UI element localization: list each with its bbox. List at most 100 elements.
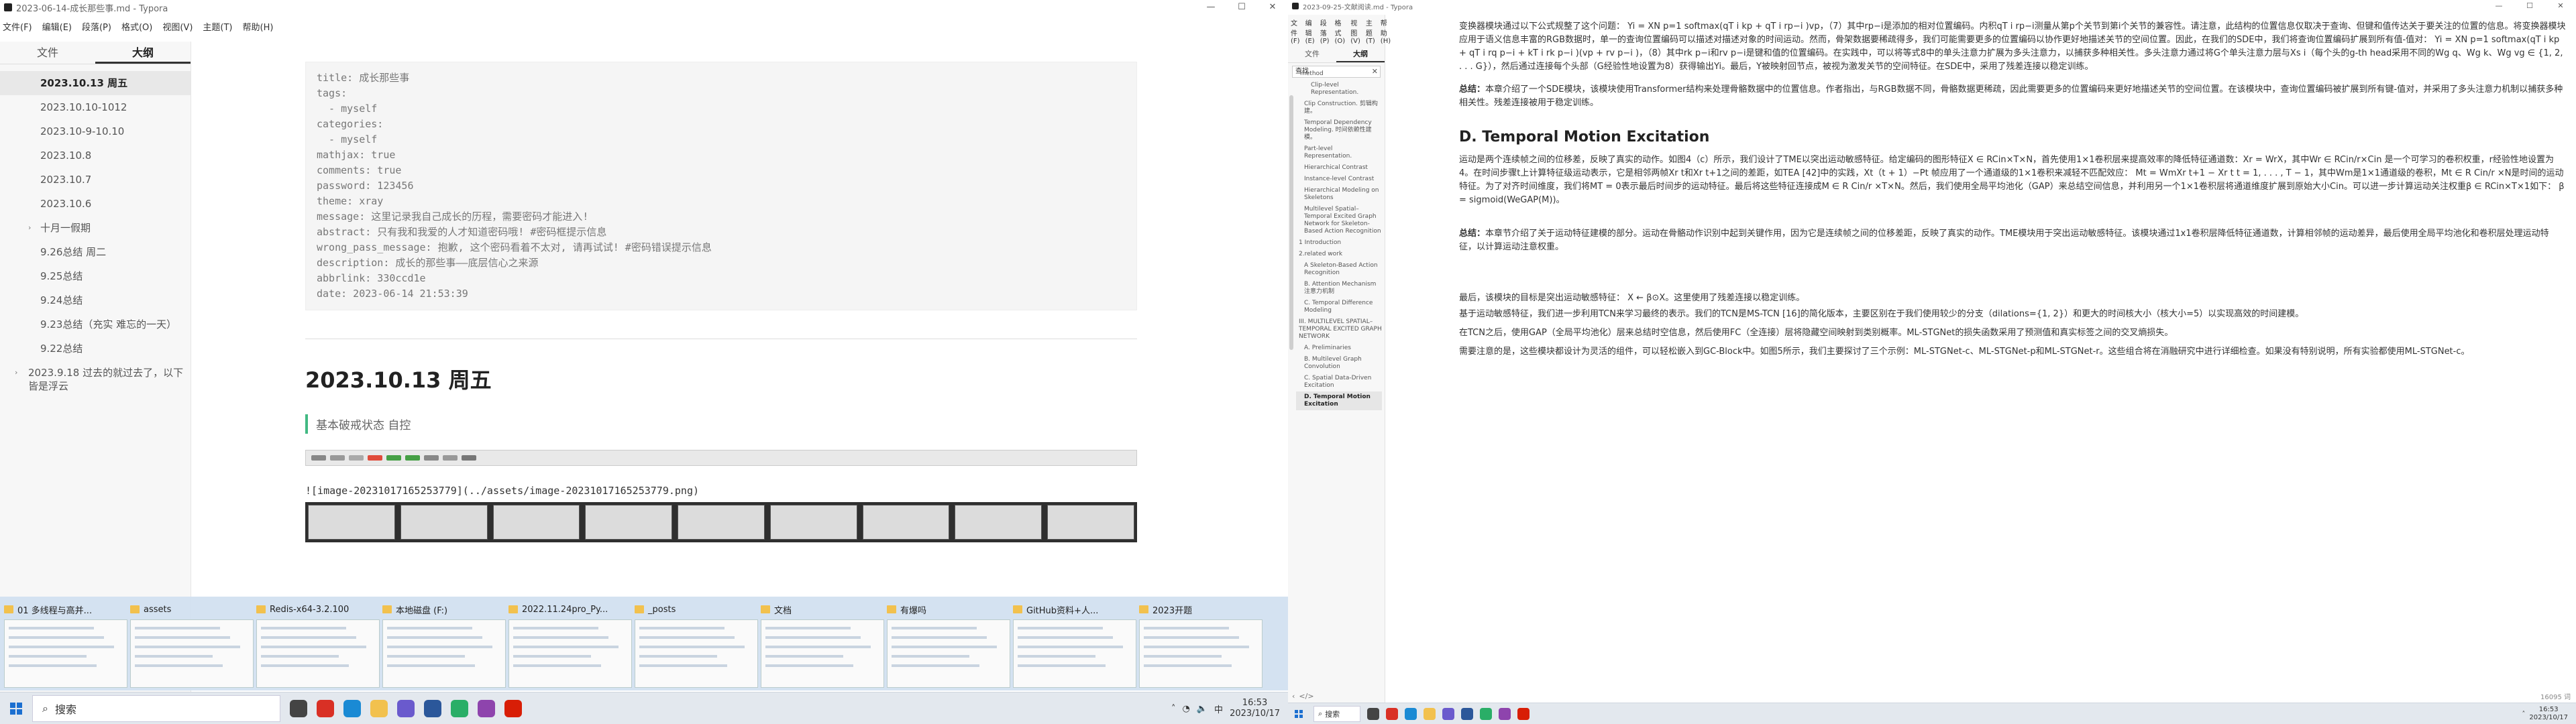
summary-paragraph[interactable]: 总结：本章节介绍了关于运动特征建模的部分。运动在骨骼动作识别中起到关键作用，因为… <box>1459 227 2566 254</box>
outline-item[interactable]: A Skeleton-Based Action Recognition <box>1296 260 1382 279</box>
start-button[interactable] <box>0 702 32 715</box>
front-matter-block[interactable]: title: 成长那些事 tags: - myself categories: - … <box>305 62 1137 310</box>
outline-item[interactable]: Multilevel Spatial–Temporal Excited Grap… <box>1296 204 1382 237</box>
outline-item[interactable]: method <box>1296 68 1382 80</box>
clock[interactable]: 16:53 2023/10/17 <box>1230 698 1280 719</box>
chrome-icon[interactable] <box>1386 707 1398 720</box>
outline-item[interactable]: › 2023.9.18 过去的就过去了，以下皆是浮云 <box>0 361 191 398</box>
app2-icon[interactable] <box>478 699 495 717</box>
input-language[interactable]: 中 <box>1214 703 1223 715</box>
outline-item[interactable]: › 十月一假期 <box>0 216 191 240</box>
section-heading[interactable]: D. Temporal Motion Excitation <box>1459 129 2566 145</box>
window-thumbnail[interactable]: 有爆吗 <box>887 599 1010 688</box>
paragraph[interactable]: 需要注意的是，这些模块都设计为灵活的组件，可以轻松嵌入到GC-Block中。如图… <box>1459 345 2566 359</box>
menu-item[interactable]: 格式(O) <box>1335 17 1346 45</box>
window-thumbnail[interactable]: 01 多线程与高并... <box>4 599 127 688</box>
chevron-right-icon[interactable]: › <box>28 221 31 235</box>
tab-files[interactable]: 文件 <box>1288 48 1336 62</box>
window-thumbnail[interactable]: assets <box>130 599 254 688</box>
outline-item[interactable]: B. Attention Mechanism 注意力机制 <box>1296 279 1382 298</box>
outline-item[interactable]: C. Spatial Data-Driven Excitation <box>1296 373 1382 391</box>
back-icon[interactable]: ‹ <box>1292 692 1295 701</box>
typora-icon[interactable] <box>397 699 415 717</box>
clock[interactable]: 16:53 2023/10/17 <box>2529 706 2568 722</box>
window-thumbnail[interactable]: _posts <box>635 599 758 688</box>
outline-item[interactable]: 2023.10.10-1012 <box>0 95 191 119</box>
menu-item[interactable]: 视图(V) <box>1350 17 1360 45</box>
image-markdown-ref[interactable]: ![image-20231017165253779](../assets/ima… <box>305 485 1137 497</box>
menu-item[interactable]: 文件(F) <box>3 20 32 35</box>
tab-outline[interactable]: 大纲 <box>95 42 191 64</box>
outline-item[interactable]: 2.related work <box>1296 249 1382 260</box>
taskbar-search-2[interactable]: ⌕ 搜索 <box>1313 705 1360 722</box>
outline-item[interactable]: 9.22总结 <box>0 337 191 361</box>
menu-item[interactable]: 段落(P) <box>1320 17 1330 45</box>
network-icon[interactable]: ◔ <box>1183 704 1190 714</box>
menu-item[interactable]: 主题(T) <box>1366 17 1375 45</box>
outline-item[interactable]: B. Multilevel Graph Convolution <box>1296 354 1382 373</box>
paragraph[interactable]: 在TCN之后，使用GAP（全局平均池化）层来总结时空信息，然后使用FC（全连接）… <box>1459 326 2566 340</box>
chrome-icon[interactable] <box>317 699 334 717</box>
source-code-icon[interactable]: </> <box>1299 692 1313 701</box>
outline-item[interactable]: Hierarchical Modeling on Skeletons <box>1296 185 1382 204</box>
outline-item[interactable]: 9.24总结 <box>0 288 191 312</box>
outline-item[interactable]: 2023.10-9-10.10 <box>0 119 191 143</box>
outline-item[interactable]: III. MULTILEVEL SPATIAL–TEMPORAL EXCITED… <box>1296 316 1382 343</box>
app-icon[interactable] <box>424 699 441 717</box>
outline-item[interactable]: 1 Introduction <box>1296 237 1382 249</box>
outline-scrollbar[interactable] <box>1289 68 1295 696</box>
close-icon[interactable]: ✕ <box>2545 0 2576 15</box>
outline-item[interactable]: 2023.10.6 <box>0 192 191 216</box>
maximize-icon[interactable]: ☐ <box>1226 0 1257 15</box>
window-thumbnail[interactable]: 文档 <box>761 599 884 688</box>
outline-item[interactable]: Instance-level Contrast <box>1296 174 1382 185</box>
start-button[interactable] <box>1288 709 1309 718</box>
editor[interactable]: title: 成长那些事 tags: - myself categories: - … <box>305 42 1137 692</box>
editor-2[interactable]: 变换器模块通过以下公式规整了这个问题： Yi = XN p=1 softmax(… <box>1459 20 2566 703</box>
menu-item[interactable]: 格式(O) <box>121 20 152 35</box>
minimize-icon[interactable]: — <box>1195 0 1226 15</box>
paragraph[interactable]: 最后，该模块的目标是突出运动敏感特征： X ← β⊙X。这里使用了残差连接以稳定… <box>1459 292 2566 305</box>
tab-outline[interactable]: 大纲 <box>1336 48 1385 62</box>
app2-icon[interactable] <box>1499 707 1511 720</box>
wechat-icon[interactable] <box>451 699 468 717</box>
outline-item[interactable]: C. Temporal Difference Modeling <box>1296 298 1382 316</box>
outline-item[interactable]: 2023.10.7 <box>0 168 191 192</box>
menu-item[interactable]: 段落(P) <box>82 20 111 35</box>
menu-item[interactable]: 视图(V) <box>162 20 193 35</box>
menu-item[interactable]: 编辑(E) <box>42 20 72 35</box>
window-thumbnail[interactable]: 本地磁盘 (F:) <box>382 599 506 688</box>
taskbar-search[interactable]: ⌕ 搜索 <box>32 695 280 722</box>
outline-item[interactable]: 9.26总结 周二 <box>0 240 191 264</box>
outline-item[interactable]: Clip-level Representation. <box>1296 80 1382 99</box>
paragraph[interactable]: 运动是两个连续帧之间的位移差，反映了真实的动作。如图4（c）所示，我们设计了TM… <box>1459 154 2566 207</box>
volume-icon[interactable]: 🔈 <box>1197 704 1208 714</box>
task-view-icon[interactable] <box>290 699 307 717</box>
typora-icon[interactable] <box>1442 707 1454 720</box>
chevron-up-icon[interactable]: ˄ <box>2522 711 2525 718</box>
netease-music-icon[interactable] <box>504 699 522 717</box>
window-thumbnail[interactable]: GitHub资料+人... <box>1013 599 1136 688</box>
menu-item[interactable]: 文件(F) <box>1291 17 1300 45</box>
chevron-right-icon[interactable]: › <box>15 366 17 379</box>
outline-item[interactable]: 9.23总结（充实 难忘的一天） <box>0 312 191 337</box>
outline-item[interactable]: Hierarchical Contrast <box>1296 162 1382 174</box>
netease-music-icon[interactable] <box>1517 707 1529 720</box>
edge-icon[interactable] <box>1405 707 1417 720</box>
minimize-icon[interactable]: — <box>2483 0 2514 15</box>
outline-item[interactable]: 9.25总结 <box>0 264 191 288</box>
task-view-icon[interactable] <box>1367 707 1379 720</box>
wechat-icon[interactable] <box>1480 707 1492 720</box>
edge-icon[interactable] <box>343 699 361 717</box>
outline-item[interactable]: Clip Construction. 剪辑构建。 <box>1296 99 1382 117</box>
outline-item[interactable]: Part-level Representation. <box>1296 143 1382 162</box>
window-thumbnail[interactable]: 2023开题 <box>1139 599 1263 688</box>
maximize-icon[interactable]: ☐ <box>2514 0 2545 15</box>
file-explorer-icon[interactable] <box>370 699 388 717</box>
outline-item[interactable]: A. Preliminaries <box>1296 343 1382 354</box>
window-thumbnail[interactable]: 2022.11.24pro_Py... <box>508 599 632 688</box>
app-icon[interactable] <box>1461 707 1473 720</box>
window-thumbnail[interactable]: Redis-x64-3.2.100 <box>256 599 380 688</box>
menu-item[interactable]: 帮助(H) <box>243 20 274 35</box>
heading[interactable]: 2023.10.13 周五 <box>305 363 1137 394</box>
